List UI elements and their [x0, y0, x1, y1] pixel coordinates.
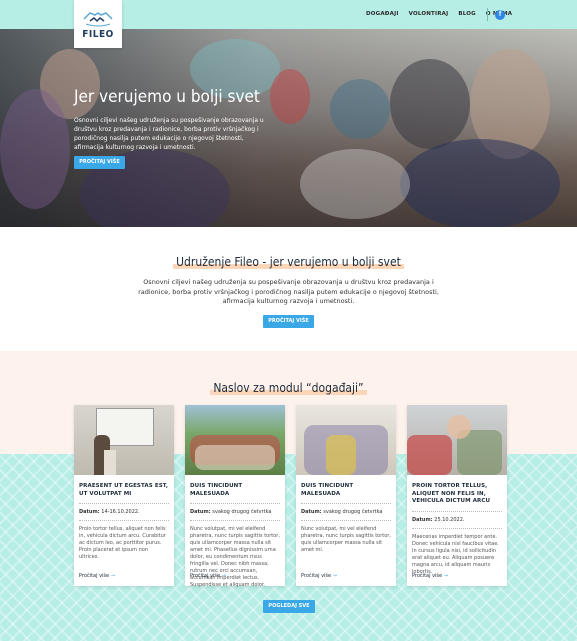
- date-label: Datum:: [190, 509, 211, 515]
- about-title: Udruženje Fileo - jer verujemo u bolji s…: [173, 255, 404, 269]
- view-all-button[interactable]: POGLEDAJ SVE: [263, 600, 315, 613]
- event-description: Proin tortor tellus, aliquet non felis i…: [79, 526, 166, 560]
- event-date: Datum: svakog drugog četvrtka: [296, 509, 396, 515]
- date-label: Datum:: [301, 509, 322, 515]
- event-title: PRAESENT UT EGESTAS EST, UT VOLUTPAT MI: [79, 483, 169, 497]
- event-description: Nunc volutpat, mi vel eleifend pharetra,…: [190, 526, 280, 588]
- event-card[interactable]: PRAESENT UT EGESTAS EST, UT VOLUTPAT MI …: [74, 405, 174, 586]
- event-date: Datum: 14-16.10.2022.: [74, 509, 174, 515]
- divider: [79, 503, 169, 504]
- event-read-more-link[interactable]: Pročitaj više →: [190, 573, 226, 579]
- date-label: Datum:: [79, 509, 100, 515]
- event-cards: PRAESENT UT EGESTAS EST, UT VOLUTPAT MI …: [74, 405, 507, 588]
- link-label: Pročitaj više: [79, 573, 110, 579]
- link-label: Pročitaj više: [412, 573, 443, 579]
- hero-photo-shape: [0, 89, 70, 209]
- event-date: Datum: svakog drugog četvrtka: [185, 509, 285, 515]
- event-description: Maecenas imperdiet tempor ante. Donec ve…: [412, 533, 499, 575]
- nav-item-dogadjaji[interactable]: DOGAĐAJI: [366, 11, 399, 17]
- divider: [412, 527, 502, 529]
- event-image: [296, 405, 396, 475]
- logo-text: FILEO: [82, 28, 114, 40]
- nav-item-blog[interactable]: BLOG: [458, 11, 476, 17]
- site-logo[interactable]: FILEO: [74, 0, 122, 48]
- event-image: [407, 405, 507, 475]
- divider: [412, 510, 502, 512]
- event-title: PROIN TORTOR TELLUS, ALIQUET NON FELIS I…: [412, 483, 491, 504]
- hero-description: Osnovni ciljevi našeg udruženja su pospe…: [74, 117, 264, 151]
- date-value: 14-16.10.2022.: [101, 509, 140, 515]
- date-label: Datum:: [412, 516, 433, 523]
- hero-read-more-button[interactable]: PROČITAJ VIŠE: [74, 156, 125, 169]
- hero-title: Jer verujemo u bolji svet: [74, 87, 260, 107]
- divider: [190, 503, 280, 504]
- divider: [190, 520, 280, 521]
- handshake-icon: [83, 11, 113, 26]
- events-section: Naslov za modul “događaji” PRAESENT UT E…: [0, 351, 577, 641]
- arrow-right-icon: →: [110, 573, 115, 579]
- hero-photo-shape: [300, 149, 410, 219]
- about-description: Osnovni ciljevi našeg udruženja su pospe…: [138, 278, 439, 305]
- event-title: DUIS TINCIDUNT MALESUADA: [190, 483, 243, 497]
- event-card[interactable]: DUIS TINCIDUNT MALESUADA Datum: svakog d…: [185, 405, 285, 588]
- facebook-icon[interactable]: f: [495, 10, 505, 20]
- nav-divider: [487, 8, 488, 21]
- event-date: Datum: 25.10.2022.: [407, 517, 507, 523]
- event-image: [185, 405, 285, 475]
- event-title: DUIS TINCIDUNT MALESUADA: [301, 483, 354, 497]
- event-image: [74, 405, 174, 475]
- link-label: Pročitaj više: [190, 573, 221, 579]
- about-section: Udruženje Fileo - jer verujemo u bolji s…: [0, 227, 577, 351]
- arrow-right-icon: →: [221, 573, 226, 579]
- about-read-more-button[interactable]: PROČITAJ VIŠE: [263, 314, 314, 328]
- event-read-more-link[interactable]: Pročitaj više →: [79, 573, 115, 579]
- events-title: Naslov za modul “događaji”: [0, 377, 577, 396]
- hero-photo-shape: [330, 79, 390, 139]
- arrow-right-icon: →: [443, 573, 448, 579]
- events-title-text: Naslov za modul “događaji”: [210, 381, 367, 395]
- arrow-right-icon: →: [332, 573, 337, 579]
- hero-photo-shape: [400, 139, 560, 227]
- event-card[interactable]: DUIS TINCIDUNT MALESUADA Datum: svakog d…: [296, 405, 396, 586]
- link-label: Pročitaj više: [301, 573, 332, 579]
- date-value: svakog drugog četvrtka: [212, 509, 272, 515]
- nav-item-volontiraj[interactable]: VOLONTIRAJ: [409, 11, 449, 17]
- divider: [301, 503, 391, 504]
- event-description: Nunc volutpat, mi vel eleifend pharetra,…: [301, 526, 391, 553]
- date-value: 25.10.2022.: [434, 516, 465, 523]
- main-nav: DOGAĐAJI VOLONTIRAJ BLOG O NAMA: [366, 11, 512, 17]
- hero-photo-shape: [270, 69, 310, 124]
- divider: [79, 520, 169, 521]
- hero-photo-shape: [390, 59, 470, 149]
- event-read-more-link[interactable]: Pročitaj više →: [412, 573, 448, 579]
- event-read-more-link[interactable]: Pročitaj više →: [301, 573, 337, 579]
- divider: [301, 520, 391, 521]
- event-card[interactable]: PROIN TORTOR TELLUS, ALIQUET NON FELIS I…: [407, 405, 507, 586]
- date-value: svakog drugog četvrtka: [323, 509, 383, 515]
